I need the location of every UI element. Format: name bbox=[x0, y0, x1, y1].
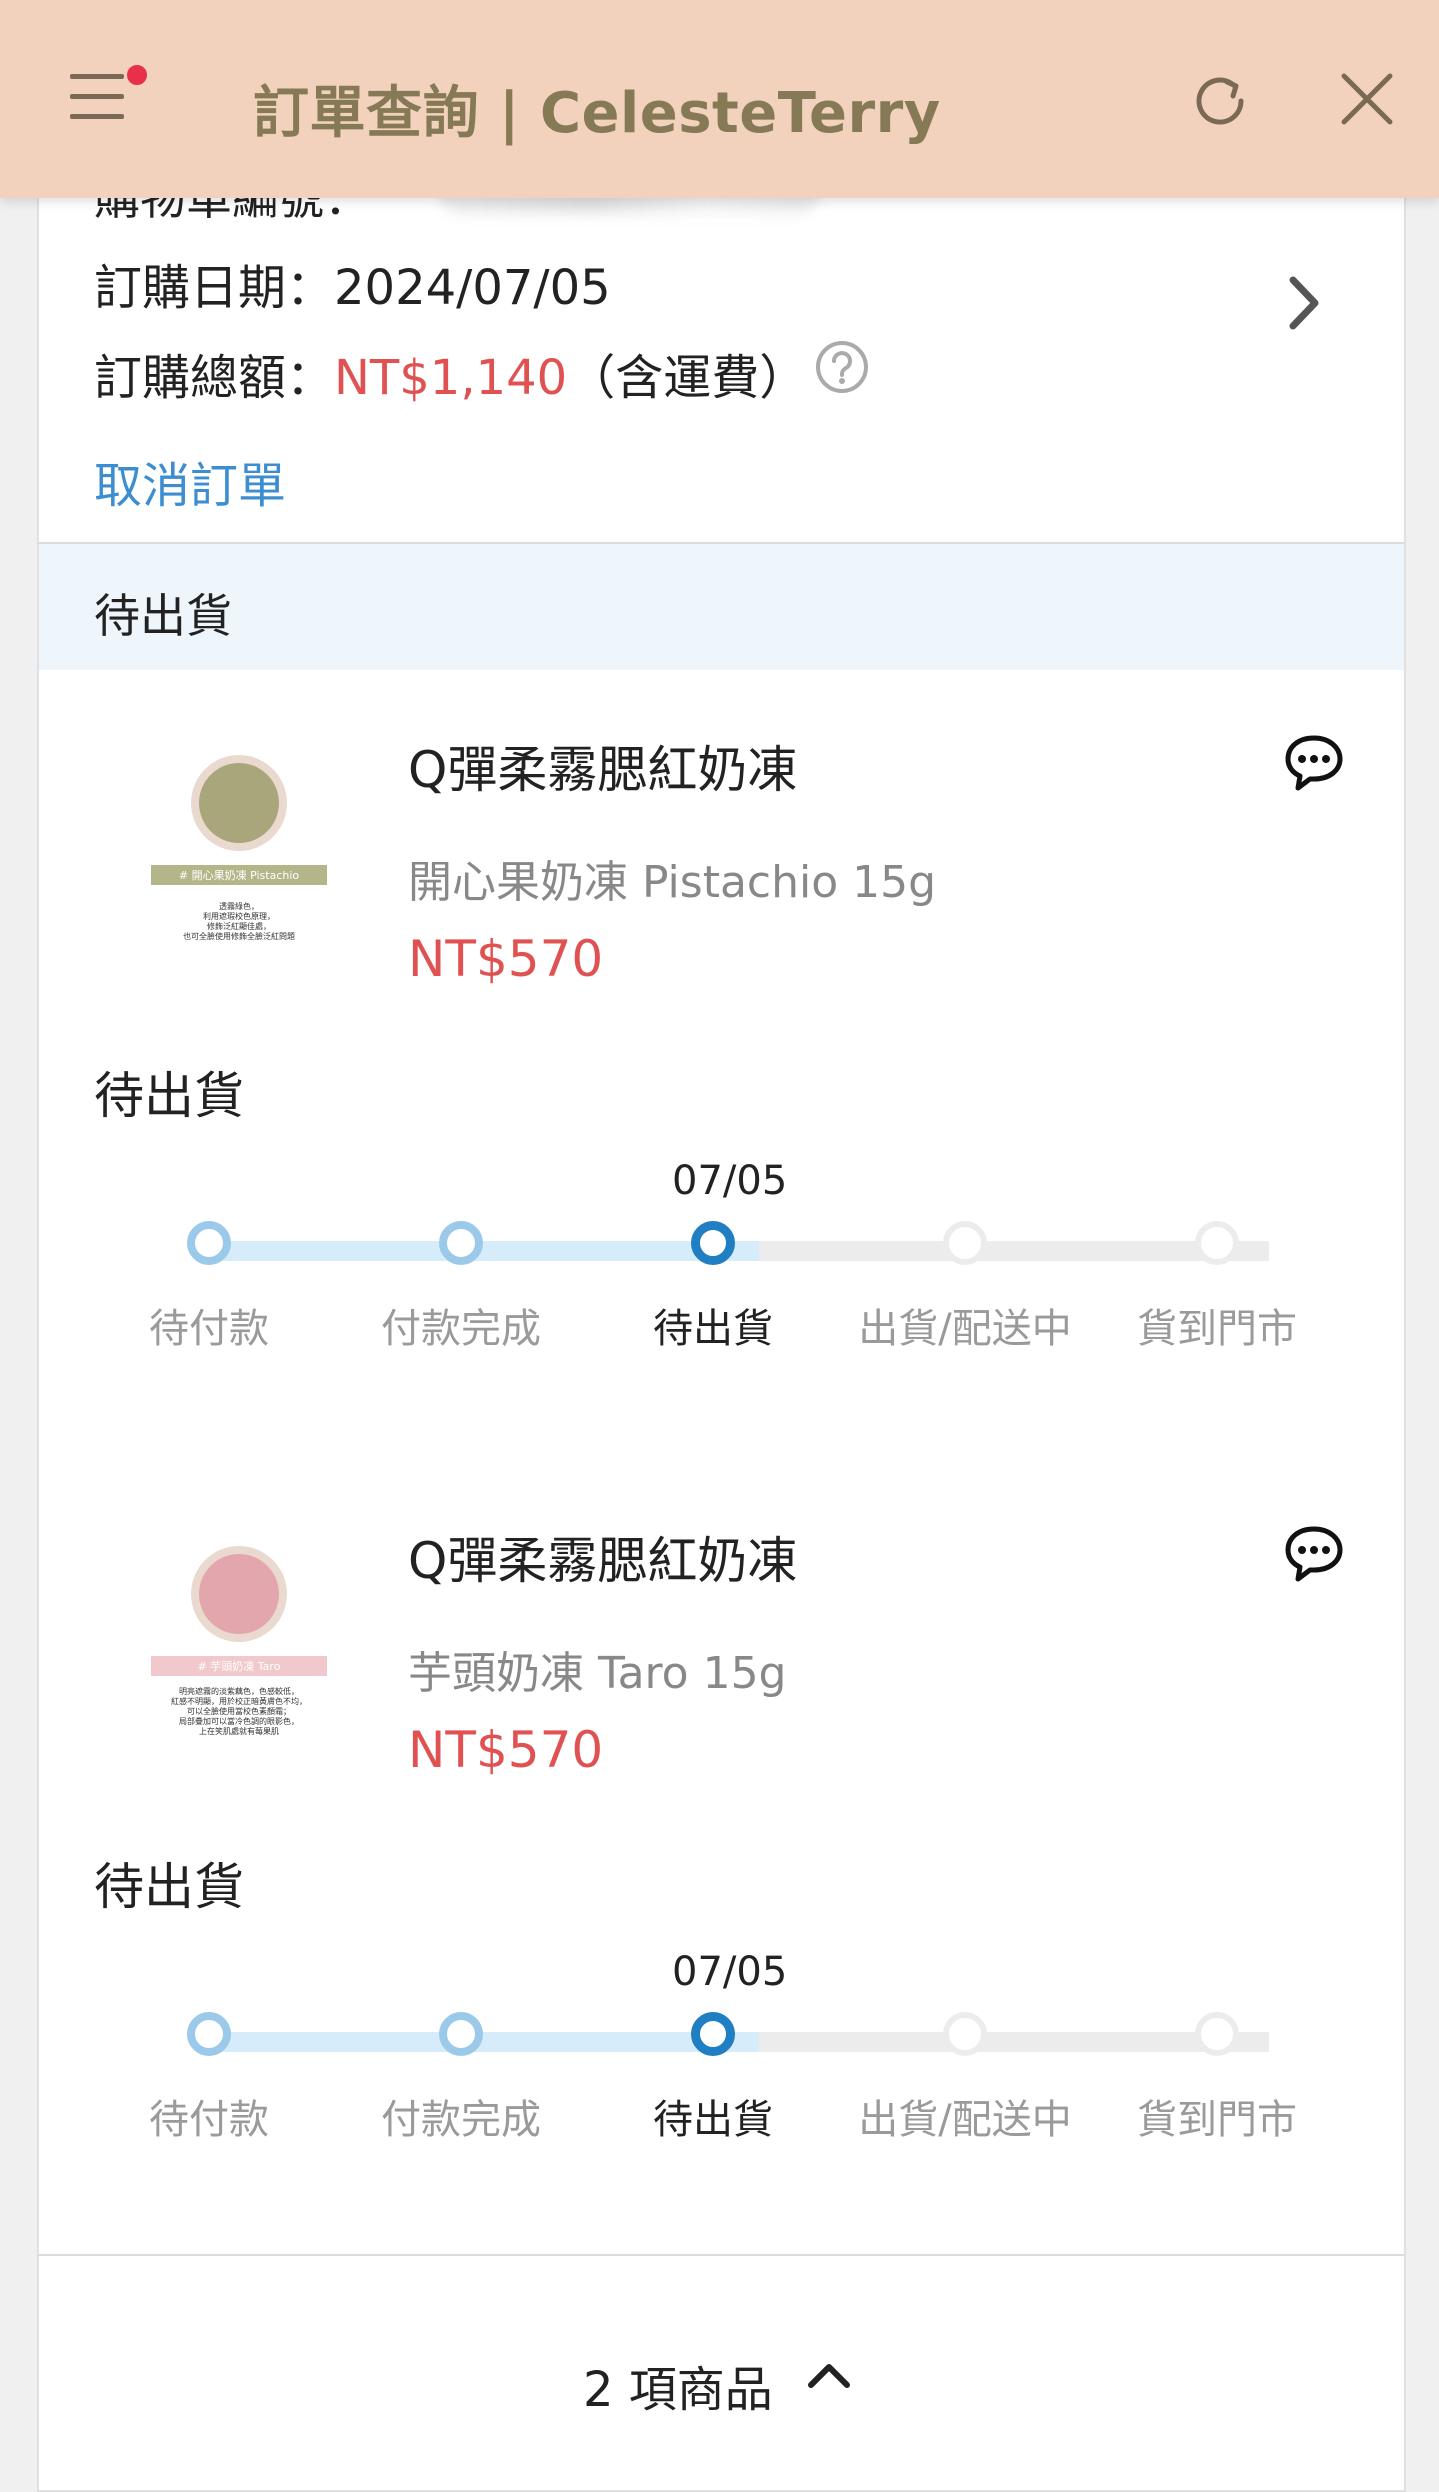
svg-text:也可全臉使用修飾全臉泛紅問題: 也可全臉使用修飾全臉泛紅問題 bbox=[183, 931, 295, 941]
svg-text:紅感不明顯，用於校正暗黃膚色不均，: 紅感不明顯，用於校正暗黃膚色不均， bbox=[171, 1696, 307, 1706]
order-status-text: 待出貨 bbox=[94, 589, 232, 643]
timeline-step-label-current: 待出貨 bbox=[653, 2097, 773, 2143]
chat-icon[interactable] bbox=[1283, 1524, 1345, 1584]
timeline-step-label-current: 待出貨 bbox=[653, 1306, 773, 1352]
item-count[interactable]: 2 項商品 bbox=[583, 2350, 773, 2420]
product-thumbnail[interactable]: # 開心果奶凍 Pistachio 透霧綠色， 利用遮瑕校色原理， 修飾泛紅顯佳… bbox=[139, 753, 339, 968]
svg-text:利用遮瑕校色原理，: 利用遮瑕校色原理， bbox=[203, 911, 275, 921]
svg-text:透霧綠色，: 透霧綠色， bbox=[219, 901, 259, 911]
timeline-pending-line bbox=[759, 2032, 1269, 2052]
timeline-step-dot-current bbox=[691, 1221, 735, 1265]
collapse-chevron-up-icon[interactable] bbox=[801, 2355, 857, 2395]
svg-text:可以全臉使用當校色素顏霜；: 可以全臉使用當校色素顏霜； bbox=[187, 1706, 291, 1716]
help-icon[interactable] bbox=[815, 340, 869, 394]
timeline-date: 07/05 bbox=[672, 1949, 788, 1995]
footer-divider bbox=[39, 2254, 1404, 2256]
page-title: 訂單查詢 | CelesteTerry bbox=[253, 81, 941, 146]
thumb-tag: # 芋頭奶凍 Taro bbox=[198, 1659, 281, 1673]
order-total-note: （含運費） bbox=[567, 350, 808, 406]
timeline-date: 07/05 bbox=[672, 1158, 788, 1204]
timeline-step-dot-current bbox=[691, 2012, 735, 2056]
timeline-step-dot bbox=[1195, 2012, 1239, 2056]
order-total: 訂購總額：NT$1,140（含運費） bbox=[94, 338, 807, 408]
product-item: # 開心果奶凍 Pistachio 透霧綠色， 利用遮瑕校色原理， 修飾泛紅顯佳… bbox=[39, 668, 1404, 1368]
timeline-step-label: 待付款 bbox=[149, 2097, 269, 2143]
thumb-tag: # 開心果奶凍 Pistachio bbox=[179, 868, 300, 882]
product-item: # 芋頭奶凍 Taro 明亮遮霧的淡紫藕色，色感較低， 紅感不明顯，用於校正暗黃… bbox=[39, 1459, 1404, 2159]
timeline-step-dot bbox=[187, 2012, 231, 2056]
timeline-pending-line bbox=[759, 1241, 1269, 1261]
svg-text:明亮遮霧的淡紫藕色，色感較低，: 明亮遮霧的淡紫藕色，色感較低， bbox=[179, 1686, 299, 1696]
timeline-step-dot bbox=[187, 1221, 231, 1265]
timeline-step-label: 貨到門市 bbox=[1137, 1306, 1297, 1352]
timeline-step-dot bbox=[943, 2012, 987, 2056]
timeline-progress-line bbox=[219, 1241, 759, 1261]
menu-icon-bar bbox=[70, 94, 124, 99]
product-status: 待出貨 bbox=[94, 1858, 244, 1916]
timeline-step-dot bbox=[439, 1221, 483, 1265]
product-variant: 開心果奶凍 Pistachio 15g bbox=[408, 857, 937, 908]
order-date-value: 2024/07/05 bbox=[334, 260, 611, 316]
svg-text:修飾泛紅顯佳處，: 修飾泛紅顯佳處， bbox=[207, 921, 271, 931]
order-card: 購物單編號： 訂購日期：2024/07/05 訂購總額：NT$1,140（含運費… bbox=[37, 150, 1406, 2492]
notification-dot bbox=[124, 62, 150, 88]
shipping-timeline: 07/05 待付款 付款完成 待出貨 出貨/配送中 貨到門市 bbox=[39, 1949, 1404, 2159]
timeline-step-label: 貨到門市 bbox=[1137, 2097, 1297, 2143]
menu-icon bbox=[70, 74, 124, 79]
timeline-step-dot bbox=[439, 2012, 483, 2056]
timeline-step-label: 待付款 bbox=[149, 1306, 269, 1352]
chat-icon[interactable] bbox=[1283, 733, 1345, 793]
cancel-order-link[interactable]: 取消訂單 bbox=[94, 446, 286, 516]
order-detail-chevron-icon[interactable] bbox=[1279, 268, 1329, 338]
product-price: NT$570 bbox=[408, 1721, 604, 1779]
svg-text:上在笑肌處就有莓果肌: 上在笑肌處就有莓果肌 bbox=[199, 1726, 279, 1736]
order-status-bar: 待出貨 bbox=[39, 542, 1404, 670]
menu-button[interactable] bbox=[66, 68, 130, 126]
timeline-step-dot bbox=[1195, 1221, 1239, 1265]
refresh-button[interactable] bbox=[1183, 64, 1257, 138]
product-price: NT$570 bbox=[408, 930, 604, 988]
order-total-value: NT$1,140 bbox=[334, 350, 568, 406]
close-icon bbox=[1341, 73, 1393, 125]
svg-text:局部疊加可以當冷色調的眼影色，: 局部疊加可以當冷色調的眼影色， bbox=[179, 1716, 299, 1726]
menu-icon-bar bbox=[70, 114, 124, 119]
refresh-icon bbox=[1196, 77, 1244, 125]
order-total-label: 訂購總額： bbox=[94, 350, 335, 406]
product-thumbnail[interactable]: # 芋頭奶凍 Taro 明亮遮霧的淡紫藕色，色感較低， 紅感不明顯，用於校正暗黃… bbox=[139, 1544, 339, 1759]
product-variant: 芋頭奶凍 Taro 15g bbox=[408, 1648, 787, 1699]
timeline-step-label: 付款完成 bbox=[381, 2097, 541, 2143]
timeline-step-dot bbox=[943, 1221, 987, 1265]
order-date-label: 訂購日期： bbox=[94, 260, 335, 316]
app-header: 訂單查詢 | CelesteTerry bbox=[0, 0, 1439, 198]
timeline-step-label: 出貨/配送中 bbox=[858, 2097, 1072, 2143]
product-name: Q彈柔霧腮紅奶凍 bbox=[408, 1532, 798, 1590]
close-button[interactable] bbox=[1332, 64, 1402, 134]
order-date: 訂購日期：2024/07/05 bbox=[94, 248, 611, 318]
product-status: 待出貨 bbox=[94, 1067, 244, 1125]
timeline-progress-line bbox=[219, 2032, 759, 2052]
timeline-step-label: 出貨/配送中 bbox=[858, 1306, 1072, 1352]
shipping-timeline: 07/05 待付款 付款完成 待出貨 出貨/配送中 貨到門市 bbox=[39, 1158, 1404, 1368]
product-name: Q彈柔霧腮紅奶凍 bbox=[408, 741, 798, 799]
timeline-step-label: 付款完成 bbox=[381, 1306, 541, 1352]
